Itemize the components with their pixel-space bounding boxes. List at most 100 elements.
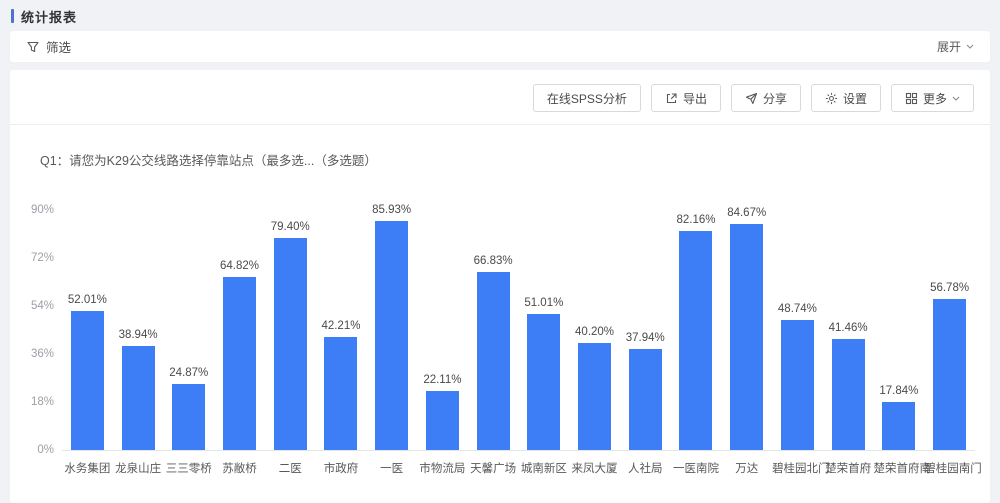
bar-column: 38.94% — [113, 329, 164, 450]
bar-value-label: 17.84% — [879, 385, 918, 397]
bar-column: 22.11% — [417, 374, 468, 450]
y-axis-tick: 54% — [14, 300, 54, 312]
bar — [172, 384, 205, 450]
y-axis-tick: 0% — [14, 444, 54, 456]
x-axis-label: 碧桂园北门 — [772, 460, 823, 476]
filter-toggle[interactable]: 筛选 — [26, 37, 71, 56]
bar — [274, 238, 307, 450]
bar — [781, 320, 814, 450]
bar — [375, 221, 408, 450]
y-axis-tick: 18% — [14, 396, 54, 408]
x-axis-label: 天馨广场 — [468, 460, 519, 476]
bar-value-label: 41.46% — [829, 322, 868, 334]
bar-value-label: 24.87% — [169, 367, 208, 379]
button-label: 在线SPSS分析 — [547, 90, 627, 107]
toolbar: 在线SPSS分析 导出 分享 — [10, 70, 990, 124]
chevron-down-icon — [966, 44, 974, 49]
x-axis-label: 一医 — [366, 460, 417, 476]
x-axis-label: 苏敝桥 — [214, 460, 265, 476]
page-header: 统计报表 — [0, 0, 1000, 31]
button-label: 导出 — [683, 90, 707, 107]
filter-label: 筛选 — [46, 37, 71, 56]
bar-column: 17.84% — [874, 385, 925, 450]
x-axis-label: 三三零桥 — [163, 460, 214, 476]
x-axis-label: 来凤大厦 — [569, 460, 620, 476]
bar-column: 37.94% — [620, 332, 671, 450]
x-axis-label: 楚荣首府 — [823, 460, 874, 476]
more-button[interactable]: 更多 — [891, 84, 974, 112]
bar-column: 84.67% — [721, 207, 772, 450]
expand-toggle[interactable]: 展开 — [937, 38, 974, 55]
x-axis-label: 一医南院 — [671, 460, 722, 476]
statistics-report-page: 统计报表 筛选 展开 在线SPSS分析 — [0, 0, 1000, 503]
x-axis-label: 人社局 — [620, 460, 671, 476]
x-axis-label: 楚荣首府南 — [874, 460, 925, 476]
bars: 52.01%38.94%24.87%64.82%79.40%42.21%85.9… — [62, 211, 975, 450]
bar-value-label: 42.21% — [321, 320, 360, 332]
bar — [578, 343, 611, 450]
share-icon — [745, 92, 758, 105]
bar-column: 64.82% — [214, 260, 265, 450]
x-axis-label: 水务集团 — [62, 460, 113, 476]
x-axis-label: 市政府 — [316, 460, 367, 476]
x-axis-label: 市物流局 — [417, 460, 468, 476]
bar — [679, 231, 712, 450]
bar-value-label: 79.40% — [271, 221, 310, 233]
x-axis-label: 龙泉山庄 — [113, 460, 164, 476]
button-label: 更多 — [923, 90, 947, 107]
x-axis-label: 二医 — [265, 460, 316, 476]
export-icon — [665, 92, 678, 105]
chevron-down-icon — [952, 96, 960, 101]
y-axis-tick: 72% — [14, 252, 54, 264]
bar-value-label: 82.16% — [676, 214, 715, 226]
bar — [832, 339, 865, 450]
share-button[interactable]: 分享 — [731, 84, 801, 112]
title-accent-bar — [11, 9, 14, 23]
funnel-icon — [26, 40, 40, 54]
bar — [71, 311, 104, 450]
bar-chart: 52.01%38.94%24.87%64.82%79.40%42.21%85.9… — [62, 211, 975, 476]
export-button[interactable]: 导出 — [651, 84, 721, 112]
bar-value-label: 64.82% — [220, 260, 259, 272]
bar-column: 52.01% — [62, 294, 113, 450]
bar — [933, 299, 966, 450]
bar-column: 79.40% — [265, 221, 316, 450]
plot-area: 52.01%38.94%24.87%64.82%79.40%42.21%85.9… — [62, 211, 975, 451]
bar-value-label: 51.01% — [524, 297, 563, 309]
bar-value-label: 66.83% — [474, 255, 513, 267]
bar-column: 66.83% — [468, 255, 519, 450]
bar-column: 48.74% — [772, 303, 823, 450]
grid-icon — [905, 92, 918, 105]
bar-value-label: 52.01% — [68, 294, 107, 306]
bar-value-label: 56.78% — [930, 282, 969, 294]
bar-value-label: 85.93% — [372, 204, 411, 216]
bar-column: 24.87% — [163, 367, 214, 450]
bar-value-label: 48.74% — [778, 303, 817, 315]
bar — [324, 337, 357, 450]
bar-value-label: 37.94% — [626, 332, 665, 344]
bar-value-label: 22.11% — [423, 374, 461, 386]
bar — [223, 277, 256, 450]
filter-bar: 筛选 展开 — [10, 31, 990, 62]
bar-column: 56.78% — [924, 282, 975, 450]
report-card: 在线SPSS分析 导出 分享 — [10, 70, 990, 503]
bar-column: 41.46% — [823, 322, 874, 450]
bar-column: 40.20% — [569, 326, 620, 450]
button-label: 分享 — [763, 90, 787, 107]
x-axis-label: 碧桂园南门 — [924, 460, 975, 476]
bar — [882, 402, 915, 450]
x-axis-label: 万达 — [721, 460, 772, 476]
bar-column: 82.16% — [671, 214, 722, 450]
x-axis-labels: 水务集团龙泉山庄三三零桥苏敝桥二医市政府一医市物流局天馨广场城南新区来凤大厦人社… — [62, 460, 975, 476]
bar-column: 85.93% — [366, 204, 417, 450]
y-axis-tick: 90% — [14, 204, 54, 216]
bar-value-label: 40.20% — [575, 326, 614, 338]
bar — [730, 224, 763, 450]
spss-analysis-button[interactable]: 在线SPSS分析 — [533, 84, 641, 112]
question-title: Q1：请您为K29公交线路选择停靠站点（最多选...（多选题） — [10, 125, 990, 169]
y-axis-tick: 36% — [14, 348, 54, 360]
button-label: 设置 — [843, 90, 867, 107]
settings-button[interactable]: 设置 — [811, 84, 881, 112]
bar-column: 51.01% — [518, 297, 569, 450]
bar — [629, 349, 662, 450]
